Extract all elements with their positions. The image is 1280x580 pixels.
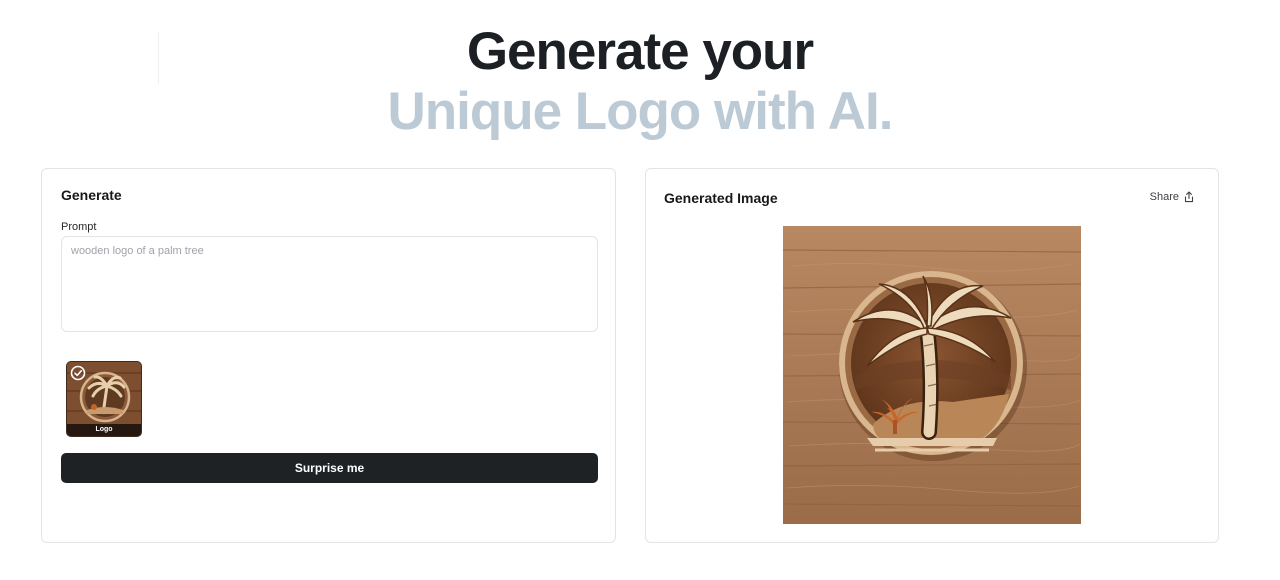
share-icon [1184,191,1194,203]
check-circle-icon [70,365,86,381]
prompt-input[interactable] [61,236,598,332]
hero-heading: Generate your Unique Logo with AI. [0,22,1280,142]
generate-panel: Generate Prompt Logo Surprise me [41,168,616,543]
style-option-label: Logo [67,424,141,436]
hero-subtitle: Unique Logo with AI. [387,82,893,141]
generated-logo-artwork [783,226,1081,524]
prompt-label: Prompt [61,221,97,233]
share-button[interactable]: Share [1150,191,1195,203]
generate-panel-title: Generate [61,187,122,203]
share-label: Share [1149,191,1179,203]
result-panel-title: Generated Image [664,190,778,206]
style-option-logo[interactable]: Logo [66,361,142,437]
hero-title: Generate your [466,22,814,81]
result-panel: Generated Image Share [645,168,1219,543]
generated-image [783,226,1081,524]
surprise-me-button[interactable]: Surprise me [61,453,598,483]
